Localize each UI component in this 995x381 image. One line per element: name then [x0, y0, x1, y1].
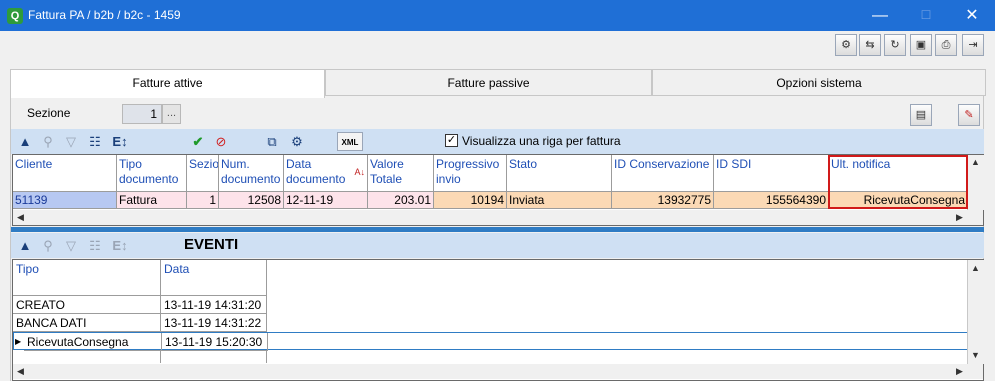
cell-data: 13-11-19 14:31:20: [161, 296, 267, 314]
scroll-left-icon[interactable]: ◀: [13, 210, 28, 225]
invoices-horizontal-scrollbar[interactable]: ◀ ▶: [13, 210, 983, 225]
tab-fatture-attive[interactable]: Fatture attive: [10, 69, 325, 98]
document-icon[interactable]: ▤: [910, 104, 932, 126]
filter-edit-icon[interactable]: ⚲: [38, 132, 58, 151]
export-icon[interactable]: E↕: [110, 132, 130, 151]
table-row[interactable]: CREATO 13-11-19 14:31:20: [13, 296, 968, 314]
col-header-num-documento[interactable]: Num. documento: [219, 155, 284, 192]
cell-data: 13-11-19 15:20:30: [162, 333, 268, 351]
col-header-tipo-documento[interactable]: Tipo documento: [117, 155, 187, 192]
empty-row: [13, 351, 267, 363]
check-icon[interactable]: ✔: [188, 132, 208, 151]
settings-icon[interactable]: ⚙: [287, 132, 307, 151]
one-row-checkbox[interactable]: ✓: [445, 134, 458, 147]
app-logo-icon: Q: [7, 8, 23, 24]
scroll-up-icon[interactable]: ▲: [968, 155, 983, 170]
save-icon[interactable]: ▣: [910, 34, 932, 56]
events-title: EVENTI: [184, 236, 239, 253]
events-toolbar: ▲ ⚲ ▽ ☷ E↕ EVENTI: [11, 233, 984, 258]
top-toolbar: ⚙ ⇆ ↻ ▣ ⎙ ⇥: [0, 31, 995, 61]
tab-fatture-passive[interactable]: Fatture passive: [325, 69, 652, 96]
up-arrow-icon[interactable]: ▲: [15, 236, 35, 255]
up-arrow-icon[interactable]: ▲: [15, 132, 35, 151]
sort-az-icon: A↓: [354, 167, 365, 177]
row-indicator-icon: ▶: [15, 337, 22, 346]
table-row-selected[interactable]: ▶ RicevutaConsegna 13-11-19 15:20:30: [13, 332, 968, 351]
title-bar: Q Fattura PA / b2b / b2c - 1459 — ☐ ✕: [0, 0, 995, 31]
cell-sezione[interactable]: 1: [187, 192, 219, 209]
scroll-up-icon[interactable]: ▲: [968, 261, 983, 276]
cell-progressivo-invio[interactable]: 10194: [434, 192, 507, 209]
invoices-toolbar: ▲ ⚲ ▽ ☷ E↕ ✔ ⊘ ⧉ ⚙ XML ✓ Visualizza una …: [11, 129, 984, 154]
cell-valore-totale[interactable]: 203.01: [368, 192, 434, 209]
xml-button[interactable]: XML: [337, 132, 363, 151]
cell-id-conservazione[interactable]: 13932775: [612, 192, 714, 209]
scroll-down-icon[interactable]: ▼: [968, 348, 983, 363]
list-icon[interactable]: ☷: [85, 236, 105, 255]
tab-opzioni-sistema[interactable]: Opzioni sistema: [652, 69, 986, 96]
events-vertical-scrollbar[interactable]: ▲ ▼: [967, 260, 984, 364]
col-header-valore-totale[interactable]: Valore Totale: [368, 155, 434, 192]
col-header-tipo[interactable]: Tipo: [13, 260, 161, 296]
scroll-right-icon[interactable]: ▶: [952, 210, 967, 225]
invoices-vertical-scrollbar[interactable]: ▲: [967, 155, 984, 210]
col-header-data[interactable]: Data: [161, 260, 267, 296]
col-header-sezione[interactable]: Sezio: [187, 155, 219, 192]
cell-num-documento[interactable]: 12508: [219, 192, 284, 209]
scroll-right-icon[interactable]: ▶: [952, 364, 967, 379]
filter-icon[interactable]: ▽: [61, 132, 81, 151]
maximize-button[interactable]: ☐: [903, 0, 949, 31]
cell-cliente[interactable]: 51139: [13, 192, 117, 209]
events-horizontal-scrollbar[interactable]: ◀ ▶: [13, 364, 983, 379]
exit-icon[interactable]: ⇥: [962, 34, 984, 56]
cell-id-sdi[interactable]: 155564390: [714, 192, 829, 209]
events-grid: Tipo Data CREATO 13-11-19 14:31:20 BANCA…: [12, 259, 984, 381]
splitter-handle[interactable]: [11, 227, 984, 232]
cell-stato[interactable]: Inviata: [507, 192, 612, 209]
sezione-label: Sezione: [27, 106, 71, 120]
table-row[interactable]: BANCA DATI 13-11-19 14:31:22: [13, 314, 968, 332]
one-row-checkbox-label: Visualizza una riga per fattura: [462, 134, 621, 148]
tools-icon[interactable]: ⚙: [835, 34, 857, 56]
copy-icon[interactable]: ⧉: [262, 132, 282, 151]
sezione-field[interactable]: 1: [122, 104, 162, 124]
close-button[interactable]: ✕: [949, 0, 995, 31]
scroll-left-icon[interactable]: ◀: [13, 364, 28, 379]
cell-data-documento[interactable]: 12-11-19: [284, 192, 368, 209]
edit-icon[interactable]: ✎: [958, 104, 980, 126]
col-header-id-sdi[interactable]: ID SDI: [714, 155, 829, 192]
transfer-icon[interactable]: ⇆: [859, 34, 881, 56]
filter-edit-icon[interactable]: ⚲: [38, 236, 58, 255]
col-header-stato[interactable]: Stato: [507, 155, 612, 192]
col-header-data-documento[interactable]: Data documento A↓: [284, 155, 368, 192]
highlight-box: [828, 155, 968, 209]
cell-tipo: BANCA DATI: [13, 314, 161, 332]
minimize-button[interactable]: —: [857, 0, 903, 31]
cell-tipo: RicevutaConsegna: [24, 333, 162, 351]
cancel-icon[interactable]: ⊘: [211, 132, 231, 151]
sezione-browse-button[interactable]: ...: [162, 104, 181, 124]
col-header-cliente[interactable]: Cliente: [13, 155, 117, 192]
data-documento-label: Data documento: [286, 157, 346, 186]
refresh-icon[interactable]: ↻: [884, 34, 906, 56]
export-icon[interactable]: E↕: [110, 236, 130, 255]
column-divider: [160, 351, 161, 363]
col-header-progressivo-invio[interactable]: Progressivo invio: [434, 155, 507, 192]
cell-tipo-documento[interactable]: Fattura: [117, 192, 187, 209]
col-header-id-conservazione[interactable]: ID Conservazione: [612, 155, 714, 192]
filter-icon[interactable]: ▽: [61, 236, 81, 255]
print-icon[interactable]: ⎙: [935, 34, 957, 56]
window-title: Fattura PA / b2b / b2c - 1459: [28, 8, 181, 22]
column-divider: [266, 351, 267, 363]
cell-tipo: CREATO: [13, 296, 161, 314]
list-icon[interactable]: ☷: [85, 132, 105, 151]
cell-data: 13-11-19 14:31:22: [161, 314, 267, 332]
